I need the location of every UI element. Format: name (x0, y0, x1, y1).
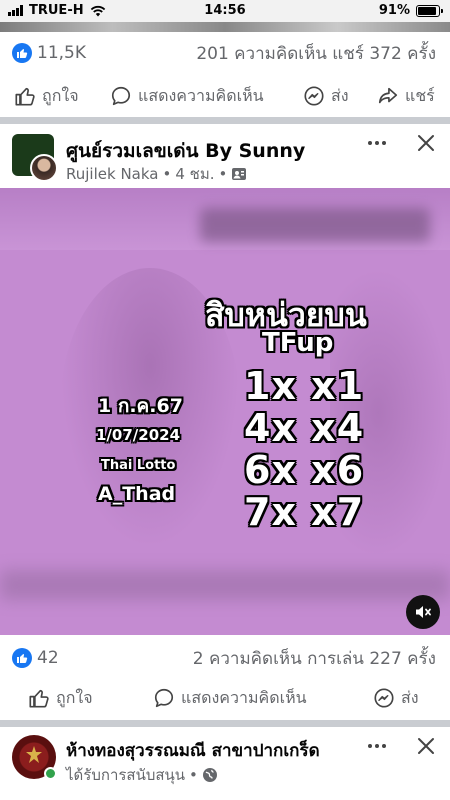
post2-author[interactable]: Rujilek Naka (66, 165, 158, 183)
mute-button[interactable] (406, 595, 440, 629)
post2-like-button[interactable]: ถูกใจ (28, 678, 93, 718)
battery-fill (418, 6, 437, 15)
like-reaction-icon (12, 43, 32, 63)
separator-dot: • (162, 165, 172, 183)
media-lottery-name: Thai Lotto (101, 458, 176, 473)
post1-action-bar: ถูกใจ แสดงความคิดเห็น ส่ง แชร์ (0, 76, 450, 116)
sponsor-avatar[interactable] (12, 735, 57, 780)
battery-icon (416, 4, 443, 17)
media-number-1: 1x x1 (244, 364, 365, 408)
globe-icon (202, 768, 217, 782)
post1-like-button[interactable]: ถูกใจ (14, 76, 79, 116)
blurred-overlay-band (0, 570, 450, 600)
messenger-icon (304, 86, 324, 106)
post2-send-button[interactable]: ส่ง (373, 678, 419, 718)
post1-send-label: ส่ง (331, 85, 349, 105)
comment-bubble-icon (154, 688, 174, 708)
post1-counts-row: 11,5K 201 ความคิดเห็น แชร์ 372 ครั้ง (0, 38, 450, 68)
thumbs-up-icon (29, 689, 49, 708)
status-bar: TRUE-H 14:56 91% (0, 0, 450, 22)
speaker-muted-icon (416, 606, 431, 618)
blurred-overlay-text (200, 208, 430, 242)
more-options-button[interactable] (366, 132, 388, 160)
post2-video[interactable]: สิบหน่วยบน TFup 1 ก.ค.67 1/07/2024 Thai … (0, 188, 450, 635)
post3-page-name[interactable]: ห้างทองสุวรรณมณี สาขาปากเกร็ด (66, 737, 320, 764)
media-subheadline: TFup (262, 328, 334, 358)
post1-reactions[interactable]: 11,5K (12, 43, 86, 63)
media-author-tag: A_Thad (98, 483, 176, 505)
post2-counts-row: 42 2 ความคิดเห็น การเล่น 227 ครั้ง (0, 643, 450, 673)
author-avatar[interactable] (30, 154, 58, 182)
post3-header: ห้างทองสุวรรณมณี สาขาปากเกร็ด ได้รับการส… (0, 727, 450, 789)
post2-header: ศูนย์รวมเลขเด่น By Sunny Rujilek Naka • … (0, 124, 450, 186)
messenger-icon (374, 688, 394, 708)
post1-reaction-count: 11,5K (37, 43, 86, 63)
feed-separator (0, 720, 450, 727)
status-right: 91% (378, 3, 443, 18)
online-dot (44, 767, 57, 780)
post2-reactions[interactable]: 42 (12, 648, 59, 668)
separator-dot: • (189, 766, 198, 784)
post2-comment-label: แสดงความคิดเห็น (181, 687, 307, 707)
ellipsis-icon (368, 141, 386, 145)
battery-percent: 91% (378, 3, 410, 18)
media-date: 1/07/2024 (96, 426, 181, 444)
post2-action-bar: ถูกใจ แสดงความคิดเห็น ส่ง (0, 678, 450, 718)
comment-bubble-icon (111, 86, 131, 106)
more-options-button[interactable] (366, 735, 388, 763)
feed-separator (0, 117, 450, 124)
close-icon (418, 738, 434, 754)
thumbs-up-icon (15, 87, 35, 106)
post2-time[interactable]: 4 ชม. (175, 162, 214, 186)
group-audience-icon (232, 168, 247, 180)
post1-comment-button[interactable]: แสดงความคิดเห็น (110, 76, 264, 116)
post2-comment-button[interactable]: แสดงความคิดเห็น (153, 678, 307, 718)
previous-post-image-edge (0, 22, 450, 32)
post2-comments-plays[interactable]: 2 ความคิดเห็น การเล่น 227 ครั้ง (193, 645, 436, 672)
share-arrow-icon (378, 87, 398, 104)
post1-share-button[interactable]: แชร์ (377, 76, 435, 116)
hide-post-button[interactable] (415, 132, 437, 160)
like-reaction-icon (12, 648, 32, 668)
media-number-2: 4x x4 (244, 406, 365, 450)
sponsored-label[interactable]: ได้รับการสนับสนุน (66, 763, 185, 787)
hide-post-button[interactable] (415, 735, 437, 763)
post1-send-button[interactable]: ส่ง (303, 76, 349, 116)
post2-reaction-count: 42 (37, 648, 59, 668)
post2-send-label: ส่ง (401, 687, 419, 707)
post1-like-label: ถูกใจ (42, 85, 79, 105)
post2-like-label: ถูกใจ (56, 687, 93, 707)
post3-meta: ได้รับการสนับสนุน • (66, 763, 218, 787)
post2-meta: Rujilek Naka • 4 ชม. • (66, 162, 247, 186)
post1-comment-label: แสดงความคิดเห็น (138, 85, 264, 105)
media-number-4: 7x x7 (244, 490, 365, 534)
media-date-thai: 1 ก.ค.67 (98, 395, 183, 417)
media-number-3: 6x x6 (244, 448, 365, 492)
ellipsis-icon (368, 744, 386, 748)
separator-dot: • (218, 165, 228, 183)
post1-share-label: แชร์ (405, 85, 435, 105)
post1-comments-shares[interactable]: 201 ความคิดเห็น แชร์ 372 ครั้ง (196, 40, 436, 67)
close-icon (418, 135, 434, 151)
gold-crest-icon (26, 746, 42, 763)
